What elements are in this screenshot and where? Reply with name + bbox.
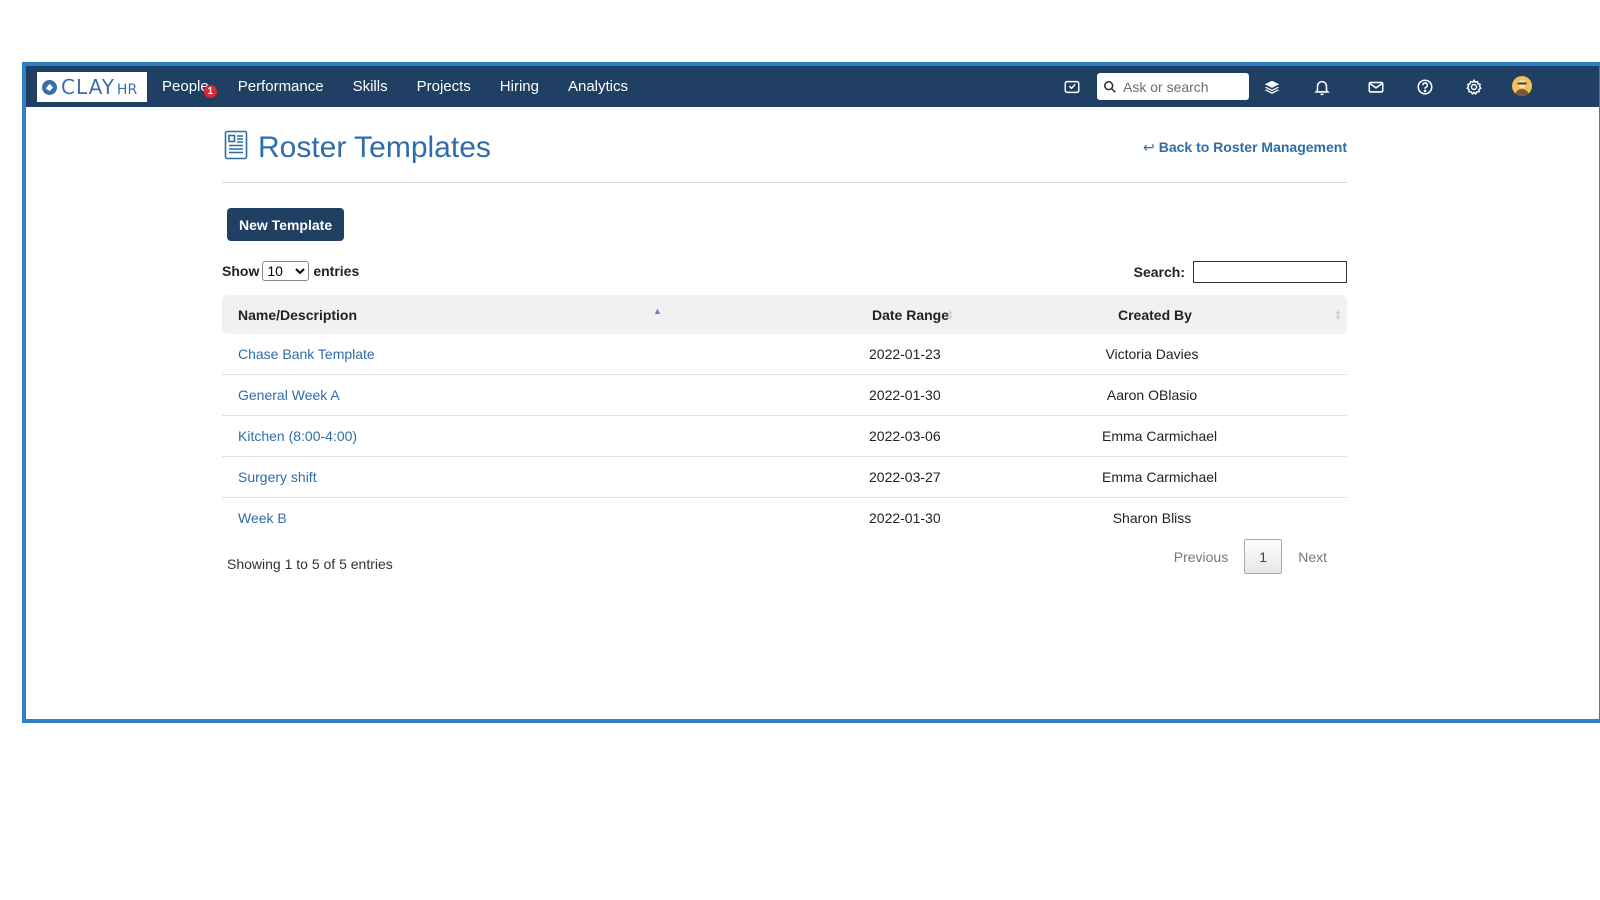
global-search-box[interactable] (1097, 73, 1249, 100)
table-search-control: Search: (1134, 261, 1347, 283)
bell-icon[interactable] (1311, 76, 1333, 98)
template-name-link[interactable]: Week B (238, 510, 287, 526)
page-length-control: Show 10 entries (222, 261, 359, 281)
avatar[interactable] (1512, 76, 1532, 96)
nav-item-hiring[interactable]: Hiring (500, 78, 539, 95)
global-search-input[interactable] (1121, 77, 1245, 96)
created-by-cell: Aaron OBlasio (1106, 387, 1198, 403)
search-icon (1103, 80, 1116, 93)
nav-item-people[interactable]: People 1 (162, 78, 217, 98)
sort-ascending-icon: ▲ (653, 306, 662, 316)
template-name-link[interactable]: Chase Bank Template (238, 346, 375, 362)
nav-item-label: People (162, 78, 209, 95)
entries-label: entries (313, 263, 360, 279)
template-name-link[interactable]: Surgery shift (238, 469, 317, 485)
logo-text: CLAY (61, 75, 115, 99)
date-range-cell: 2022-01-30 (869, 510, 941, 526)
back-arrow-icon: ↩ (1142, 139, 1155, 155)
new-template-button[interactable]: New Template (227, 208, 345, 241)
date-range-cell: 2022-03-06 (869, 428, 941, 444)
table-search-label: Search: (1133, 264, 1185, 280)
nav-item-label: Hiring (499, 78, 539, 95)
nav-item-label: Projects (416, 78, 471, 95)
date-range-cell: 2022-03-27 (869, 469, 941, 485)
table-row: Surgery shift 2022-03-27 Emma Carmichael (222, 457, 1347, 498)
table-header: Name/Description ▲ Date Range ▲ ▼ Created… (222, 295, 1347, 334)
created-by-cell: Sharon Bliss (1112, 510, 1192, 526)
nav-item-label: Skills (352, 78, 388, 95)
logo-mark-icon (42, 79, 57, 95)
page-title: Roster Templates (258, 131, 491, 164)
entries-per-page-select[interactable]: 10 (262, 261, 310, 281)
show-label: Show (222, 263, 260, 279)
main-nav: People 1 Performance Skills Projects Hir… (162, 66, 657, 107)
pagination: Previous 1 Next (1174, 539, 1327, 574)
column-header-created-by[interactable]: Created By (1118, 307, 1192, 323)
app-window: CLAY HR People 1 Performance Skills Proj… (22, 62, 1600, 723)
created-by-cell: Victoria Davies (1105, 346, 1199, 362)
table-row: Kitchen (8:00-4:00) 2022-03-06 Emma Carm… (222, 416, 1347, 457)
nav-item-label: Analytics (567, 78, 629, 95)
next-page-button[interactable]: Next (1298, 549, 1327, 565)
main-content: Roster Templates ↩ Back to Roster Managem… (222, 107, 1347, 574)
nav-item-projects[interactable]: Projects (417, 78, 471, 95)
nav-item-skills[interactable]: Skills (353, 78, 388, 95)
page-header: Roster Templates ↩ Back to Roster Managem… (222, 107, 1347, 183)
date-range-cell: 2022-01-23 (869, 346, 941, 362)
document-icon (224, 130, 248, 160)
nav-item-analytics[interactable]: Analytics (568, 78, 628, 95)
table-row: Chase Bank Template 2022-01-23 Victoria … (222, 334, 1347, 375)
date-range-cell: 2022-01-30 (869, 387, 941, 403)
created-by-cell: Emma Carmichael (1102, 428, 1218, 444)
column-header-name[interactable]: Name/Description (238, 307, 357, 323)
previous-page-button[interactable]: Previous (1174, 549, 1228, 565)
layers-icon[interactable] (1261, 76, 1283, 98)
logo-subtext: HR (116, 81, 138, 98)
table-row: Week B 2022-01-30 Sharon Bliss (222, 498, 1347, 538)
back-link-label: Back to Roster Management (1158, 139, 1347, 155)
template-name-link[interactable]: General Week A (238, 387, 340, 403)
top-navigation-bar: CLAY HR People 1 Performance Skills Proj… (26, 66, 1599, 107)
column-header-date-range[interactable]: Date Range (872, 307, 949, 323)
sort-both-icon: ▲ ▼ (946, 307, 954, 322)
back-to-roster-management-link[interactable]: ↩ Back to Roster Management (1143, 139, 1347, 156)
inbox-check-icon[interactable] (1061, 76, 1083, 98)
nav-item-performance[interactable]: Performance (238, 78, 324, 95)
created-by-cell: Emma Carmichael (1102, 469, 1218, 485)
page-1-button[interactable]: 1 (1244, 539, 1283, 574)
table-info: Showing 1 to 5 of 5 entries (227, 556, 393, 572)
table-row: General Week A 2022-01-30 Aaron OBlasio (222, 375, 1347, 416)
clayhr-logo[interactable]: CLAY HR (37, 72, 147, 102)
table-search-input[interactable] (1193, 261, 1347, 283)
help-icon[interactable] (1414, 76, 1436, 98)
mail-icon[interactable] (1365, 76, 1387, 98)
template-name-link[interactable]: Kitchen (8:00-4:00) (238, 428, 357, 444)
sort-both-icon: ▲ ▼ (1334, 307, 1342, 322)
templates-table: Name/Description ▲ Date Range ▲ ▼ Created… (222, 295, 1347, 538)
nav-item-label: Performance (237, 78, 324, 95)
notification-badge: 1 (203, 85, 217, 98)
gear-icon[interactable] (1463, 76, 1485, 98)
